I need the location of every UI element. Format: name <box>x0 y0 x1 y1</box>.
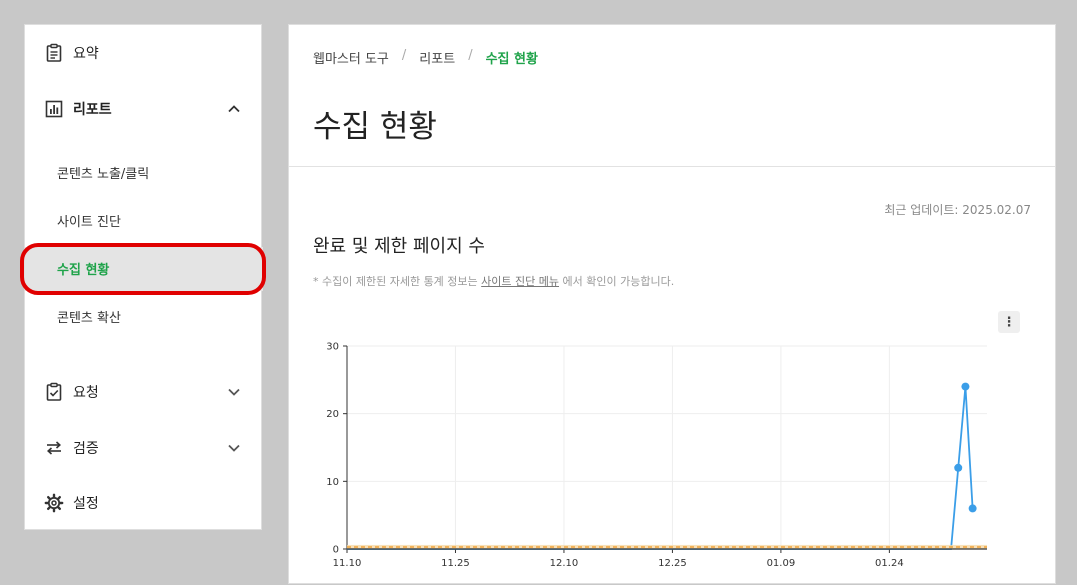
x-tick-label: 11.25 <box>441 558 470 569</box>
breadcrumb-item-current: 수집 현황 <box>485 52 538 67</box>
series-area-orange <box>347 544 987 549</box>
info-note: * 수집이 제한된 자세한 통계 정보는 사이트 진단 메뉴 에서 확인이 가능… <box>313 273 674 289</box>
clipboard-check-icon <box>44 382 64 402</box>
last-updated-text: 최근 업데이트: 2025.02.07 <box>884 203 1031 217</box>
sidebar-item-settings[interactable]: 설정 <box>25 489 261 517</box>
series-point-blue <box>968 504 977 513</box>
y-tick-label: 30 <box>326 342 339 353</box>
sidebar-item-label: 요청 <box>73 385 99 401</box>
chevron-down-icon[interactable] <box>227 441 241 455</box>
x-tick-label: 11.10 <box>333 558 362 569</box>
line-chart: 11.10 11.25 12.10 12.25 01.09 01.24 0 10 20 30 <box>326 342 987 569</box>
note-prefix: * 수집이 제한된 자세한 통계 정보는 <box>313 275 482 288</box>
sidebar-subitem-content-exposure[interactable]: 콘텐츠 노출/클릭 <box>25 163 261 183</box>
bar-chart-icon <box>44 99 64 119</box>
sidebar-subitem-label: 콘텐츠 노출/클릭 <box>57 167 150 182</box>
sidebar-item-label: 설정 <box>73 496 99 512</box>
gear-icon <box>44 493 64 513</box>
x-tick-label: 01.09 <box>767 558 796 569</box>
breadcrumb-item-webmaster-tools[interactable]: 웹마스터 도구 <box>313 48 389 67</box>
breadcrumb-separator: / <box>468 48 473 63</box>
note-suffix: 에서 확인이 가능합니다. <box>559 275 675 288</box>
breadcrumb-item-reports[interactable]: 리포트 <box>419 48 455 67</box>
header-divider <box>289 166 1055 167</box>
sidebar-item-reports[interactable]: 리포트 <box>25 95 261 123</box>
series-line-blue <box>347 386 974 550</box>
page-title: 수집 현황 <box>313 109 437 145</box>
sidebar-subitem-site-diagnosis[interactable]: 사이트 진단 <box>25 211 261 231</box>
sidebar-subitem-label: 사이트 진단 <box>57 215 121 230</box>
chevron-down-icon[interactable] <box>227 385 241 399</box>
series-point-blue <box>954 463 963 472</box>
main-panel: 웹마스터 도구 / 리포트 / 수집 현황 수집 현황 최근 업데이트: 202… <box>288 24 1056 584</box>
breadcrumb-separator: / <box>401 48 407 63</box>
sidebar-item-summary[interactable]: 요약 <box>25 39 261 67</box>
sidebar-item-requests[interactable]: 요청 <box>25 378 261 406</box>
sidebar-item-label: 검증 <box>73 441 99 457</box>
sidebar-item-label: 리포트 <box>73 102 112 118</box>
x-tick-label: 12.25 <box>658 558 687 569</box>
x-tick-label: 12.10 <box>550 558 579 569</box>
breadcrumb: 웹마스터 도구 / 리포트 / 수집 현황 <box>313 48 538 67</box>
swap-arrows-icon <box>44 438 64 458</box>
y-tick-label: 10 <box>326 477 339 488</box>
y-tick-label: 20 <box>326 409 339 420</box>
chevron-up-icon[interactable] <box>227 102 241 116</box>
series-point-blue <box>961 382 970 391</box>
sidebar-item-label: 요약 <box>73 46 99 62</box>
highlight-annotation <box>20 243 266 295</box>
sidebar-subitem-content-spread[interactable]: 콘텐츠 확산 <box>25 307 261 327</box>
clipboard-icon <box>44 43 64 63</box>
x-tick-label: 01.24 <box>875 558 904 569</box>
y-tick-label: 0 <box>333 545 339 556</box>
sidebar-subitem-label: 콘텐츠 확산 <box>57 311 121 326</box>
site-diagnosis-link[interactable]: 사이트 진단 메뉴 <box>481 275 559 288</box>
section-title: 완료 및 제한 페이지 수 <box>313 236 485 257</box>
sidebar-item-verify[interactable]: 검증 <box>25 434 261 462</box>
